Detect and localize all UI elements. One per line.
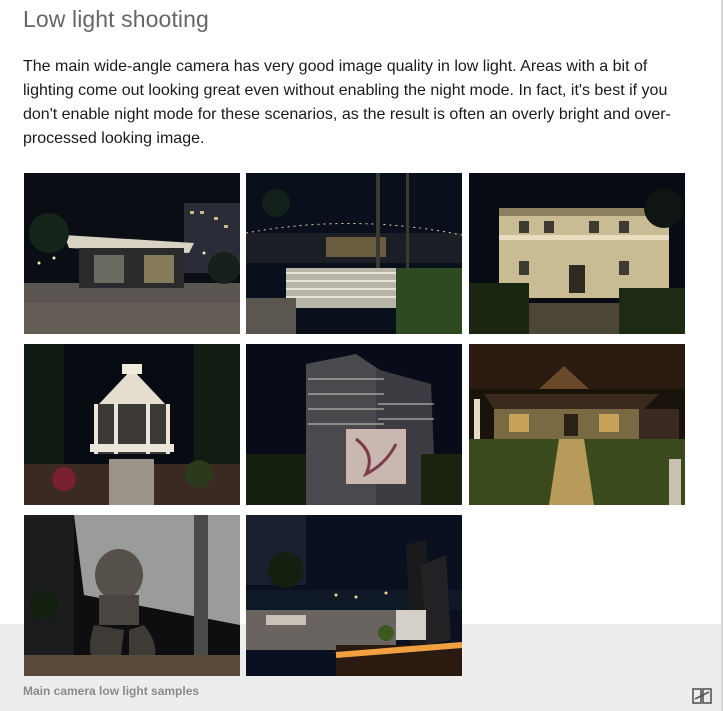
sculpture-night-photo xyxy=(24,515,240,676)
gallery-toggle-icon[interactable] xyxy=(692,687,712,705)
gallery-thumbnail-historic-house[interactable] xyxy=(469,173,685,334)
gallery-thumbnail-gazebo[interactable] xyxy=(24,344,240,505)
gallery-thumbnail-bungalow[interactable] xyxy=(469,344,685,505)
plaza-stairs-night-photo xyxy=(246,173,462,334)
section-heading: Low light shooting xyxy=(23,6,209,32)
bungalow-night-photo xyxy=(469,344,685,505)
gallery-thumbnail-riverwalk-monument[interactable] xyxy=(246,515,462,676)
gallery-thumbnail-sculpture[interactable] xyxy=(24,515,240,676)
tower-mural-night-photo xyxy=(246,344,462,505)
gallery-thumbnail-pavilion[interactable] xyxy=(24,173,240,334)
gallery-caption: Main camera low light samples xyxy=(23,684,200,698)
article-paragraph: The main wide-angle camera has very good… xyxy=(23,58,671,147)
gallery-thumbnail-plaza-stairs[interactable] xyxy=(246,173,462,334)
riverwalk-monument-night-photo xyxy=(246,515,462,676)
gazebo-night-photo xyxy=(24,344,240,505)
gallery-thumbnail-tower-mural[interactable] xyxy=(246,344,462,505)
historic-house-night-photo xyxy=(469,173,685,334)
pavilion-night-photo xyxy=(24,173,240,334)
